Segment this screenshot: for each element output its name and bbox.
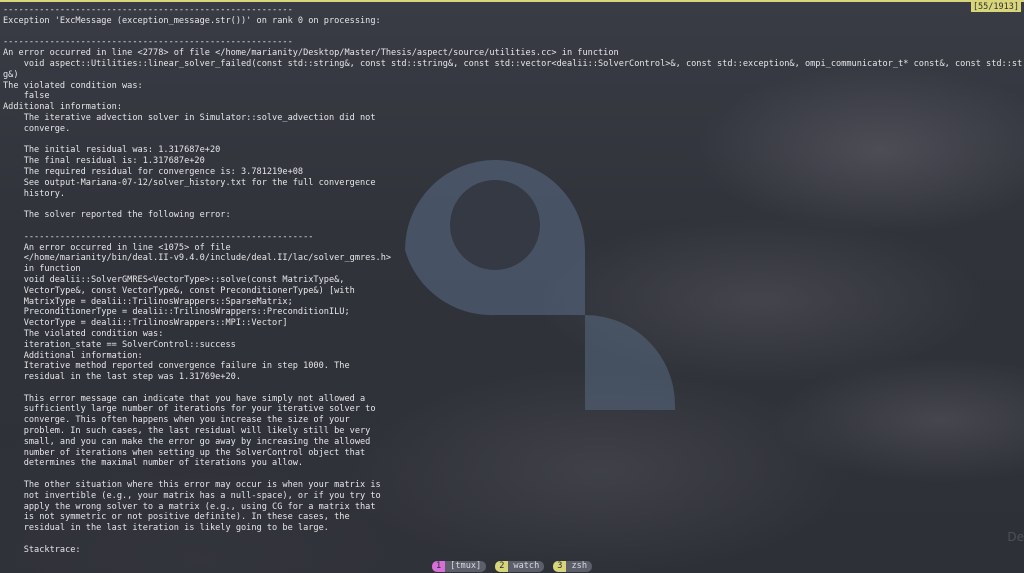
tmux-window-1[interactable]: 1 [tmux] <box>431 561 487 572</box>
terminal-line: residual in the last step was 1.31769e+2… <box>3 372 241 383</box>
terminal-line: in function <box>3 264 81 275</box>
terminal-line: determines the maximal number of iterati… <box>3 458 304 469</box>
window-name: watch <box>508 561 545 572</box>
pane-border <box>0 0 1024 2</box>
terminal-line: ----------------------------------------… <box>3 231 314 242</box>
tmux-status-bar: 1 [tmux] 2 watch 3 zsh <box>0 560 1024 573</box>
terminal-line: Additional information: <box>3 102 122 113</box>
terminal-line: PreconditionerType = dealii::TrilinosWra… <box>3 307 350 318</box>
terminal-output[interactable]: ----------------------------------------… <box>3 5 1023 553</box>
terminal-line: not invertible (e.g., your matrix has a … <box>3 490 381 501</box>
window-index: 1 <box>431 561 446 572</box>
tmux-window-3[interactable]: 3 zsh <box>553 561 592 572</box>
terminal-line: The violated condition was: <box>3 80 143 91</box>
terminal-line: small, and you can make the error go awa… <box>3 436 371 447</box>
terminal-line: Additional information: <box>3 350 143 361</box>
terminal-line: problem. In such cases, the last residua… <box>3 426 371 437</box>
terminal-line: Stacktrace: <box>3 544 81 553</box>
terminal-line: The final residual is: 1.317687e+20 <box>3 156 205 167</box>
terminal-line: residual in the last iteration is likely… <box>3 523 329 534</box>
terminal-line: is not symmetric or not positive definit… <box>3 512 350 523</box>
terminal-line: The iterative advection solver in Simula… <box>3 112 376 123</box>
terminal-line: </home/marianity/bin/deal.II-v9.4.0/incl… <box>3 253 392 264</box>
terminal-line: Iterative method reported convergence fa… <box>3 361 350 372</box>
terminal-line: void aspect::Utilities::linear_solver_fa… <box>3 58 1023 69</box>
terminal-line: This error message can indicate that you… <box>3 393 366 404</box>
terminal-line: converge. <box>3 123 71 134</box>
terminal-line: void dealii::SolverGMRES<VectorType>::so… <box>3 274 345 285</box>
terminal-line: VectorType = dealii::TrilinosWrappers::M… <box>3 318 288 329</box>
terminal-line: An error occurred in line <2778> of file… <box>3 48 619 59</box>
terminal-line: Exception 'ExcMessage (exception_message… <box>3 15 381 26</box>
terminal-line: The required residual for convergence is… <box>3 166 304 177</box>
terminal-line: ----------------------------------------… <box>3 5 293 15</box>
tmux-window-2[interactable]: 2 watch <box>495 561 545 572</box>
terminal-line: VectorType&, const VectorType&, const Pr… <box>3 285 355 296</box>
terminal-line: The solver reported the following error: <box>3 210 231 221</box>
terminal-line: MatrixType = dealii::TrilinosWrappers::S… <box>3 296 293 307</box>
window-name: [tmux] <box>445 561 487 572</box>
terminal-line: ----------------------------------------… <box>3 37 293 48</box>
terminal-line: iteration_state == SolverControl::succes… <box>3 339 236 350</box>
window-index: 3 <box>553 561 567 572</box>
terminal-line: false <box>3 91 50 102</box>
terminal-line: sufficiently large number of iterations … <box>3 404 376 415</box>
terminal-line: An error occurred in line <1075> of file <box>3 242 231 253</box>
terminal-line: converge. This often happens when you in… <box>3 415 350 426</box>
wallpaper-text: De <box>1007 530 1024 544</box>
window-index: 2 <box>495 561 509 572</box>
terminal-line: The other situation where this error may… <box>3 480 381 491</box>
terminal-line: See output-Mariana-07-12/solver_history.… <box>3 177 376 188</box>
terminal-line: g&) <box>3 69 19 80</box>
terminal-line: The initial residual was: 1.317687e+20 <box>3 145 221 156</box>
terminal-line: apply the wrong solver to a matrix (e.g.… <box>3 501 376 512</box>
terminal-line: history. <box>3 188 66 199</box>
terminal-line: The violated condition was: <box>3 328 164 339</box>
window-name: zsh <box>566 561 592 572</box>
terminal-line: number of iterations when setting up the… <box>3 447 366 458</box>
